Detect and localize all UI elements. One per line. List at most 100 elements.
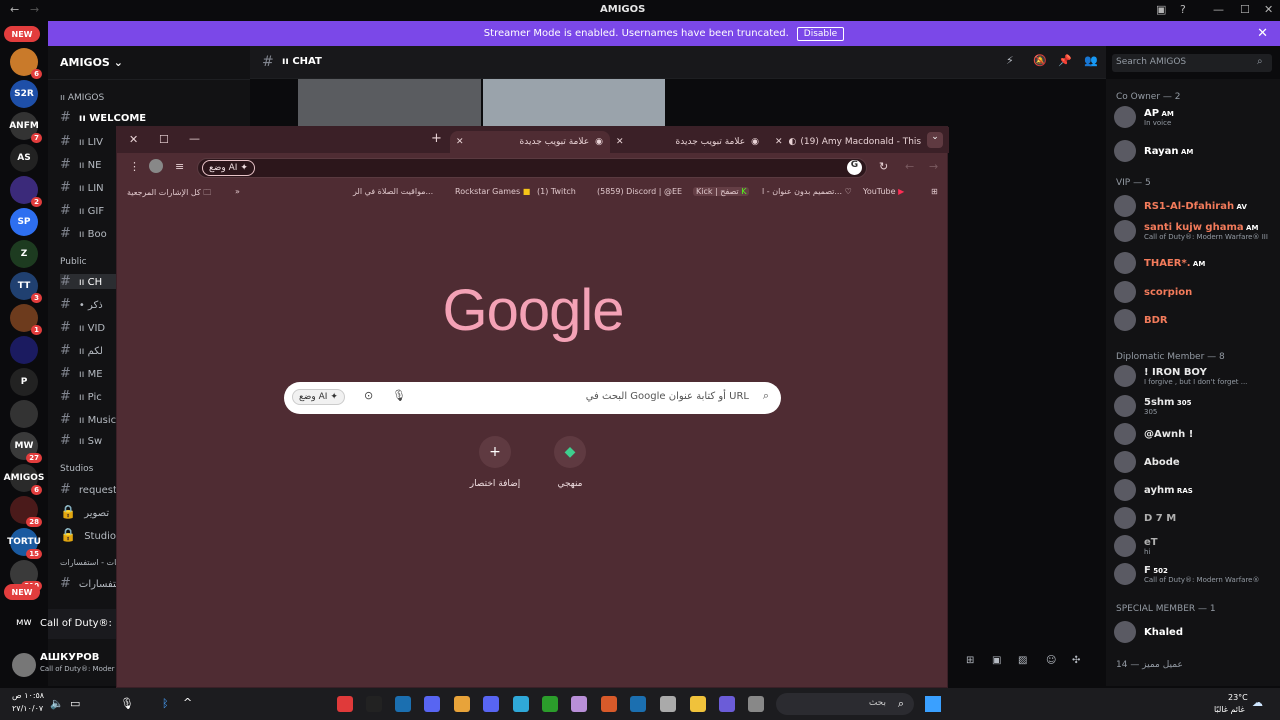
channel-item[interactable]: # ıı Boo [60,226,107,241]
channel-item[interactable]: # ıı ME [60,366,103,381]
speaker-icon[interactable]: 🔈 [50,697,64,710]
back-icon[interactable]: → [929,160,938,173]
server-header[interactable]: AMIGOS ⌄ [48,46,250,80]
bookmark-item[interactable]: (1) Twitch [537,187,576,196]
tab-close-icon[interactable]: ✕ [775,137,783,147]
category-header[interactable]: Public [60,257,87,267]
server-icon[interactable]: Z [10,240,38,268]
server-icon[interactable]: P [10,368,38,396]
all-bookmarks[interactable]: كل الإشارات المرجعية 🗀 [127,187,211,201]
tab-close-icon[interactable]: ✕ [456,137,464,147]
server-icon[interactable]: TT 3 [10,272,42,303]
channel-item[interactable]: 🔒 تصوير [60,505,109,520]
server-icon[interactable]: SP [10,208,38,236]
forward-icon[interactable]: ← [905,160,914,173]
mic-icon[interactable]: 🎙 [120,697,134,710]
close-banner-icon[interactable]: ✕ [1257,26,1268,41]
channel-item[interactable]: # ıı Pic [60,389,102,404]
audio-icon[interactable]: ◐ [789,137,797,147]
tab-close-icon[interactable]: ✕ [616,137,624,147]
apps-icon[interactable]: ✣ [1072,655,1080,666]
minimize-icon[interactable]: — [189,132,200,145]
google-lens-icon[interactable]: G [847,160,862,175]
xbox-app-icon[interactable] [542,696,558,712]
notes-app-icon[interactable] [719,696,735,712]
steam-app-icon[interactable] [395,696,411,712]
more-bookmarks-icon[interactable]: » [235,187,240,196]
chat-image[interactable] [298,79,481,126]
category-header[interactable]: Studios [60,464,93,474]
member-item[interactable]: BDR [1114,306,1168,334]
server-icon[interactable]: AMIGOS 6 [4,464,44,495]
server-icon[interactable]: 28 [10,496,42,527]
bluetooth-icon[interactable]: ᛒ [162,697,169,710]
shortcut-tile-icon[interactable]: ◆ [554,436,586,468]
maximize-icon[interactable]: ☐ [1240,3,1250,16]
server-icon[interactable]: 1 [10,304,42,335]
server-icon[interactable]: 6 [10,48,42,79]
store-app-icon[interactable] [601,696,617,712]
new-tab-icon[interactable]: + [431,131,442,146]
bookmark-item[interactable]: YouTube ▶ [863,187,904,196]
server-icon[interactable]: TORTU 15 [7,528,42,559]
lens-icon[interactable]: ⊙ [364,389,373,402]
back-arrow-icon[interactable]: ← [10,3,19,16]
tray-chevron-icon[interactable]: ^ [183,696,192,709]
clock-time[interactable]: ١٠:٥٨ ص [12,691,44,700]
member-item[interactable]: Rayan AM [1114,137,1193,165]
tab-search-icon[interactable]: ⌄ [927,132,943,148]
server-icon[interactable] [10,400,38,428]
server-icon[interactable]: 2 [10,176,42,207]
member-item[interactable]: Abode [1114,448,1180,476]
chat-image[interactable] [483,79,665,126]
channel-item[interactable]: # ıı Sw [60,433,102,448]
channel-item[interactable]: # ıı LIN [60,180,104,195]
ai-mode-button[interactable]: وضع AI ✦ [202,160,255,176]
channel-item[interactable]: # ıı لكم [60,343,103,358]
taskbar-search[interactable]: ⌕ بحث [776,693,914,715]
member-item[interactable]: @Awnh ! [1114,420,1193,448]
app-icon[interactable] [748,696,764,712]
channel-item[interactable]: # ıı CH [60,274,120,289]
edge-app-icon[interactable] [513,696,529,712]
forward-arrow-icon[interactable]: → [30,3,39,16]
channel-item[interactable]: # ıı VID [60,320,105,335]
help-icon[interactable]: ? [1180,3,1186,16]
new-badge[interactable]: NEW [4,584,40,600]
reading-list-icon[interactable]: ≡ [175,160,184,173]
close-window-icon[interactable]: ✕ [129,133,138,146]
profile-avatar[interactable] [149,159,163,173]
weather-text[interactable]: غائم غالبًا [1214,705,1245,714]
channel-item[interactable]: # ıı Music [60,412,116,427]
sticker-icon[interactable]: ▨ [1018,655,1027,666]
discord-ptb-app-icon[interactable] [483,696,499,712]
network-icon[interactable]: ▭ [70,697,80,710]
unity-app-icon[interactable] [660,696,676,712]
files-app-icon[interactable] [690,696,706,712]
reload-icon[interactable]: ↻ [879,160,888,173]
member-item[interactable]: ! IRON BOY I forgive , but I don't forget… [1114,362,1247,390]
channel-item[interactable]: # ıı LIV [60,134,103,149]
category-header[interactable]: ıı AMIGOS [60,93,104,103]
tab[interactable]: ✕ علامة تبويب جديدة ◉ [612,131,762,153]
member-item[interactable]: eT hi [1114,532,1158,560]
menu-icon[interactable]: ⋮ [129,160,140,173]
channel-item[interactable]: # ıı GIF [60,203,104,218]
gif-icon[interactable]: ▣ [992,655,1001,666]
member-item[interactable]: F 502 Call of Duty®: Modern Warfare® [1114,560,1259,588]
photos-app-icon[interactable] [571,696,587,712]
add-shortcut-icon[interactable]: + [479,436,511,468]
channel-item[interactable]: # ıı WELCOME [60,110,146,125]
mute-icon[interactable]: 🔕 [1033,54,1047,67]
member-item[interactable]: THAER*. AM [1114,249,1205,277]
tab-active[interactable]: ✕ علامة تبويب جديدة ◉ [450,131,610,153]
bookmark-item[interactable]: تصميم بدون عنوان - ا... ♡ [762,187,852,196]
member-item[interactable]: ayhm RAS [1114,476,1193,504]
member-item[interactable]: AP AM In voice [1114,103,1174,131]
windows-start-icon[interactable] [925,696,941,712]
member-item[interactable]: Khaled [1114,618,1183,646]
steam2-app-icon[interactable] [630,696,646,712]
channel-item[interactable]: # request- [60,482,121,497]
member-item[interactable]: D 7 M [1114,504,1176,532]
avatar[interactable] [12,653,36,677]
